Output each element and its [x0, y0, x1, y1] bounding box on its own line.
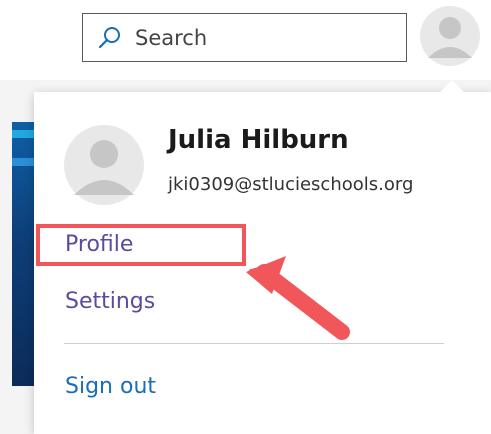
search-icon	[98, 27, 120, 49]
background-stripe	[12, 158, 36, 166]
settings-link[interactable]: Settings	[65, 289, 155, 314]
search-placeholder: Search	[135, 26, 208, 50]
search-box[interactable]: Search	[82, 13, 407, 62]
person-avatar-icon	[64, 125, 144, 205]
background-stripe	[12, 130, 36, 138]
user-name: Julia Hilburn	[168, 125, 349, 155]
sign-out-link[interactable]: Sign out	[65, 374, 156, 399]
account-avatar-button[interactable]	[420, 6, 480, 66]
profile-highlight-box	[36, 224, 246, 266]
menu-caret	[440, 80, 464, 92]
pointer-arrow-icon	[246, 256, 350, 340]
user-email: jki0309@stlucieschools.org	[168, 174, 414, 195]
